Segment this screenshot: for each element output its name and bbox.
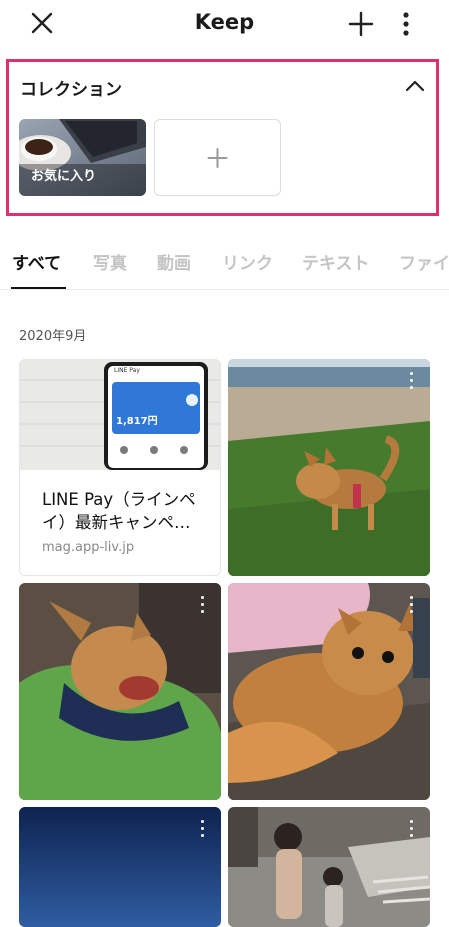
tab-photos[interactable]: 写真 (93, 249, 127, 274)
thumbnail-balance: 1,817円 (116, 416, 158, 427)
thumbnail-app-name: LINE Pay (114, 367, 140, 374)
photo-card[interactable] (228, 807, 430, 927)
photo-thumbnail (228, 359, 430, 576)
section-date: 2020年9月 (19, 329, 87, 344)
photo-thumbnail (228, 807, 430, 927)
link-domain: mag.app-liv.jp (42, 540, 135, 555)
tab-files[interactable]: ファイ (399, 249, 449, 274)
photo-card[interactable] (228, 583, 430, 800)
more-button[interactable] (392, 8, 420, 40)
photo-card[interactable] (19, 807, 221, 927)
more-vertical-icon[interactable] (199, 596, 207, 614)
tab-divider (0, 289, 449, 290)
chevron-up-icon (405, 80, 425, 92)
more-vertical-icon[interactable] (408, 596, 416, 614)
more-vertical-icon (403, 12, 409, 36)
link-card[interactable]: LINE Pay 1,817円 LINE Pay（ラインペイ）最新キャンペ… m… (19, 359, 221, 576)
more-vertical-icon[interactable] (408, 372, 416, 390)
link-title: LINE Pay（ラインペイ）最新キャンペ… (42, 490, 196, 532)
tab-links[interactable]: リンク (222, 249, 273, 274)
collection-item-label: お気に入り (31, 169, 97, 184)
more-vertical-icon[interactable] (408, 820, 416, 838)
photo-thumbnail (19, 807, 221, 927)
collection-item-favorites[interactable]: お気に入り (19, 119, 146, 196)
photo-card[interactable] (19, 583, 221, 800)
close-icon (31, 12, 53, 34)
plus-icon (207, 148, 228, 168)
photo-card[interactable] (228, 359, 430, 576)
collection-title: コレクション (20, 80, 122, 100)
add-collection-button[interactable] (154, 119, 281, 196)
photo-thumbnail (228, 583, 430, 800)
add-button[interactable] (345, 8, 377, 40)
tab-videos[interactable]: 動画 (157, 249, 191, 274)
tab-all[interactable]: すべて (12, 249, 61, 274)
more-vertical-icon[interactable] (199, 820, 207, 838)
tab-text[interactable]: テキスト (302, 249, 370, 274)
page-title: Keep (194, 10, 255, 34)
photo-thumbnail (19, 583, 221, 800)
plus-icon (348, 11, 374, 37)
close-button[interactable] (26, 8, 58, 40)
collection-toggle[interactable] (401, 75, 429, 97)
coffee-thumbnail (19, 119, 146, 196)
